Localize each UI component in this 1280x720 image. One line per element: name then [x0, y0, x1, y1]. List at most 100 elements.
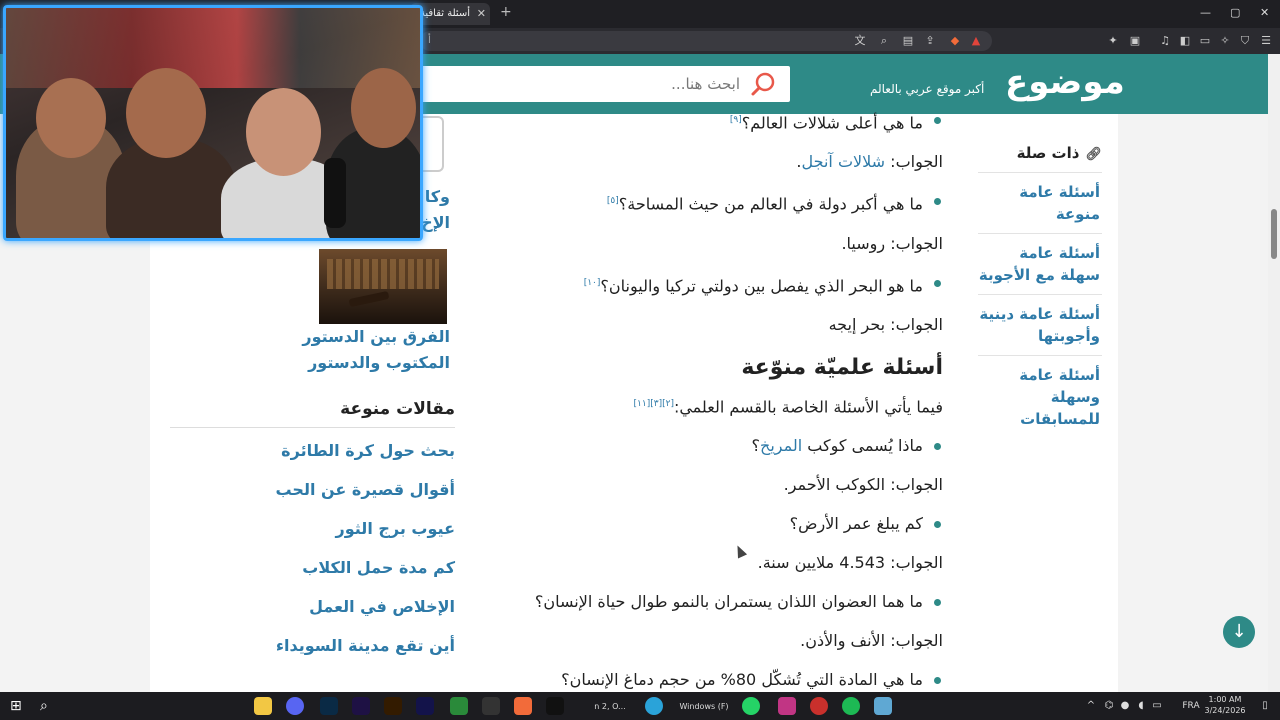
scroll-down-icon[interactable]: ↓	[1223, 616, 1255, 648]
vpn-icon[interactable]: ⛉	[1237, 33, 1253, 49]
tiktok-icon[interactable]	[546, 697, 564, 715]
telegram-icon[interactable]	[645, 697, 663, 715]
language-indicator[interactable]: FRA	[1180, 701, 1202, 711]
bullet-icon	[934, 521, 941, 529]
misc-article-link[interactable]: أقوال قصيرة عن الحب	[170, 479, 455, 501]
misc-article-link[interactable]: الإخلاص في العمل	[170, 596, 455, 618]
extensions-icon[interactable]: ✦	[1105, 33, 1121, 49]
photoshop-icon[interactable]	[320, 697, 338, 715]
webcam-background	[6, 8, 420, 88]
wallet-icon[interactable]: ▭	[1197, 33, 1213, 49]
related-sidebar: 🔗︎ذات صلة أسئلة عامة منوعة أسئلة عامة سه…	[978, 144, 1102, 438]
reader-icon[interactable]: ▤	[900, 33, 916, 49]
mic-icon[interactable]: ●	[1118, 701, 1132, 711]
premiere-icon[interactable]	[352, 697, 370, 715]
answer-link[interactable]: شلالات آنجل	[802, 152, 886, 171]
misc-article-link[interactable]: أين تقع مدينة السويداء	[170, 635, 455, 657]
media-icon[interactable]: ♫	[1157, 33, 1173, 49]
spotify-icon[interactable]	[842, 697, 860, 715]
after-effects-icon[interactable]	[416, 697, 434, 715]
bullet-icon	[934, 198, 941, 206]
translate-icon[interactable]: 文	[852, 33, 868, 49]
share-icon[interactable]: ⇪	[922, 33, 938, 49]
related-title: 🔗︎ذات صلة	[1016, 144, 1102, 162]
brave-icon[interactable]	[514, 697, 532, 715]
whatsapp-icon[interactable]	[742, 697, 760, 715]
tab-close-icon[interactable]: ✕	[477, 3, 486, 25]
webcam-face	[351, 68, 416, 148]
screenshot-icon[interactable]: ▣	[1127, 33, 1143, 49]
reference-link[interactable]: [٢][٣][١١]	[634, 399, 674, 409]
new-tab-icon[interactable]: +	[500, 4, 512, 20]
app-icon[interactable]	[810, 697, 828, 715]
answer-text: الجواب: بحر إيجه	[828, 314, 943, 334]
brave-rewards-icon[interactable]: ▲	[968, 33, 984, 49]
search-icon[interactable]: ⌕	[40, 697, 58, 715]
clock-date[interactable]: 3/24/2026	[1200, 706, 1250, 716]
brave-shield-icon[interactable]: ◆	[947, 33, 963, 49]
search-icon[interactable]	[750, 71, 776, 97]
article-body: ما هي أعلى شلالات العالم؟[٩] الجواب: شلا…	[500, 109, 943, 692]
menu-icon[interactable]: ☰	[1258, 33, 1274, 49]
answer-text: الجواب: الأنف والأذن.	[800, 631, 943, 651]
sidebar-icon[interactable]: ◧	[1177, 33, 1193, 49]
site-tagline: أكبر موقع عربي بالعالم	[870, 82, 985, 96]
discord-icon[interactable]	[286, 697, 304, 715]
zoom-icon[interactable]: ⌕	[876, 33, 892, 49]
related-item[interactable]: أسئلة عامة دينية وأجوبتها	[978, 294, 1102, 355]
file-explorer-icon[interactable]	[254, 697, 272, 715]
battery-icon[interactable]: ▭	[1150, 701, 1164, 711]
gavel-image	[348, 290, 390, 308]
maximize-icon[interactable]: ▢	[1230, 6, 1240, 19]
related-item[interactable]: أسئلة عامة منوعة	[978, 172, 1102, 233]
bookshelf-image	[327, 259, 439, 289]
question-item: ما هي أعلى شلالات العالم؟[٩]	[500, 109, 943, 134]
question-item: ما هي أكبر دولة في العالم من حيث المساحة…	[500, 190, 943, 215]
illustrator-icon[interactable]	[384, 697, 402, 715]
reference-link[interactable]: [٥]	[607, 196, 619, 206]
task-label[interactable]: n 2, O...	[582, 702, 638, 712]
question-link[interactable]: المريخ	[760, 436, 802, 455]
app-icon[interactable]	[874, 697, 892, 715]
related-item[interactable]: أسئلة عامة سهلة مع الأجوبة	[978, 233, 1102, 294]
instagram-icon[interactable]	[778, 697, 796, 715]
ai-icon[interactable]: ✧	[1217, 33, 1233, 49]
misc-article-link[interactable]: بحث حول كرة الطائرة	[170, 440, 455, 462]
app-icon[interactable]	[450, 697, 468, 715]
volume-icon[interactable]: ◖	[1134, 701, 1148, 711]
article-thumbnail[interactable]	[319, 249, 447, 324]
misc-article-link[interactable]: كم مدة حمل الكلاب	[170, 557, 455, 579]
bullet-icon	[934, 599, 941, 607]
page-scrollbar[interactable]	[1268, 54, 1280, 692]
chevron-up-icon[interactable]: ^	[1084, 701, 1098, 711]
previous-card-thumb[interactable]	[420, 116, 444, 172]
related-item[interactable]: أسئلة عامة وسهلة للمسابقات	[978, 355, 1102, 438]
notifications-icon[interactable]: ▯	[1258, 701, 1272, 711]
bullet-icon	[934, 443, 941, 451]
network-icon[interactable]: ⌬	[1102, 701, 1116, 711]
tab-title: أسئلة ثقافية	[420, 8, 471, 19]
windows-start-icon[interactable]: ⊞	[10, 697, 28, 715]
reference-link[interactable]: [٩]	[730, 115, 742, 125]
app-icon[interactable]	[482, 697, 500, 715]
bullet-icon	[934, 117, 941, 124]
webcam-overlay	[3, 5, 423, 241]
misc-article-link[interactable]: عيوب برج الثور	[170, 518, 455, 540]
article-card-title[interactable]: الفرق بين الدستور المكتوب والدستور	[300, 324, 450, 376]
search-input[interactable]	[480, 66, 740, 102]
answer-text: الجواب: روسيا.	[841, 233, 943, 253]
site-logo[interactable]: موضوع	[1005, 62, 1125, 102]
task-label[interactable]: Windows (F)	[672, 702, 736, 712]
microphone-icon	[324, 158, 346, 228]
clock-time[interactable]: 1:00 AM	[1205, 695, 1245, 705]
webcam-face	[126, 68, 206, 158]
bullet-icon	[934, 677, 941, 685]
windows-taskbar: ⊞ ⌕ n 2, O... Windows (F) ^ ⌬ ● ◖ ▭ FRA …	[0, 692, 1280, 720]
close-window-icon[interactable]: ✕	[1260, 6, 1269, 19]
reference-link[interactable]: [١٠]	[584, 278, 601, 288]
answer-text: الجواب: الكوكب الأحمر.	[783, 475, 943, 495]
webcam-face	[36, 78, 106, 158]
minimize-icon[interactable]: —	[1200, 6, 1211, 19]
scrollbar-thumb[interactable]	[1271, 209, 1277, 259]
question-item: ما هما العضوان اللذان يستمران بالنمو طوا…	[500, 591, 943, 613]
